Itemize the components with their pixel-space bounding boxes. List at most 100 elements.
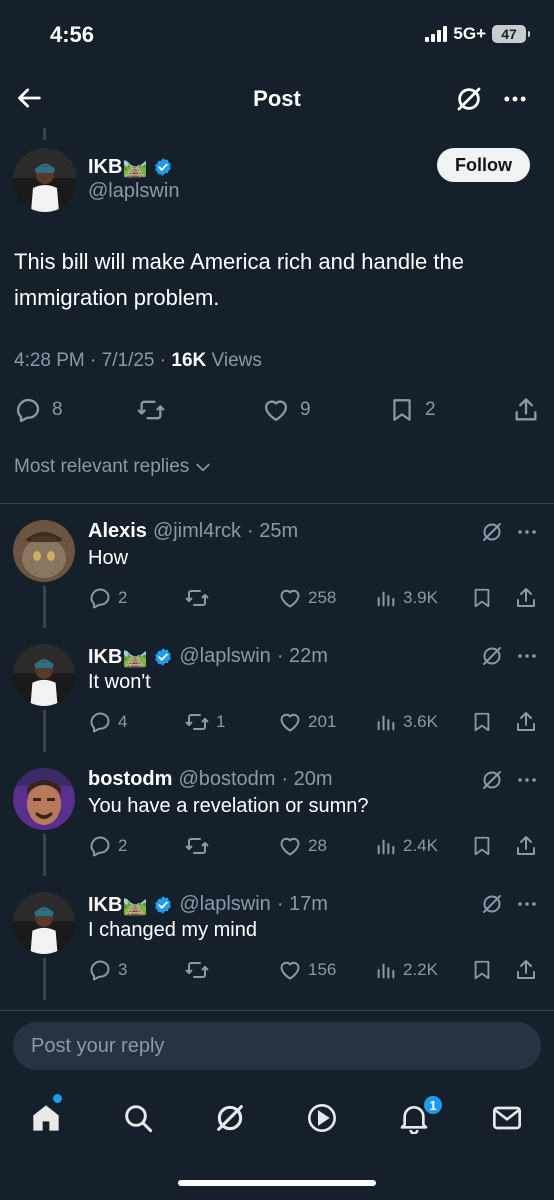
back-button[interactable] [12,80,48,116]
reply-button[interactable]: 4 [88,710,127,734]
tab-messages[interactable] [485,1096,529,1140]
repost-icon [185,838,209,854]
grok-icon[interactable] [480,520,504,544]
reply-button[interactable]: 2 [88,834,127,858]
post-time: 4:28 PM [14,350,85,371]
reply-button[interactable]: 8 [14,396,63,424]
views-count: 2.4K [403,836,438,855]
like-button[interactable]: 258 [278,586,336,610]
avatar[interactable] [13,148,77,212]
heart-icon [264,400,288,422]
reply-display-name[interactable]: bostodm [88,768,172,791]
repost-button[interactable] [184,834,216,858]
tab-home[interactable] [24,1096,68,1140]
grok-button[interactable] [450,80,488,118]
reply-text: You have a revelation or sumn? [88,795,369,817]
author-name-row[interactable]: IKB🛤️ [88,154,173,179]
reply-input[interactable] [13,1022,541,1070]
home-icon [33,1105,59,1131]
tab-search[interactable] [116,1096,160,1140]
bookmark-button[interactable] [471,710,493,734]
reply-handle[interactable]: @laplswin [179,645,270,668]
like-count: 9 [300,399,311,420]
reply-handle[interactable]: @jiml4rck [153,520,241,543]
share-button[interactable] [512,396,540,424]
bookmark-button[interactable]: 2 [389,396,436,424]
divider [0,1010,554,1011]
repost-button[interactable] [136,396,166,424]
views-count: 3.9K [403,588,438,607]
reply-display-name[interactable]: IKB🛤️ [88,644,147,669]
more-icon[interactable] [515,520,539,544]
share-button[interactable] [514,958,538,982]
reply-author-row[interactable]: bostodm @bostodm · 20m [88,768,333,791]
network-label: 5G+ [453,24,486,43]
reply-handle[interactable]: @laplswin [179,893,270,916]
reply-time: · 20m [281,768,333,790]
views-button[interactable]: 3.6K [375,710,438,734]
reply-item[interactable]: bostodm @bostodm · 20m You have a revela… [0,752,554,876]
like-button[interactable]: 28 [278,834,327,858]
reply-text: It won't [88,671,151,693]
share-icon [517,960,535,979]
views-button[interactable]: 3.9K [375,586,438,610]
bookmark-button[interactable] [471,586,493,610]
reply-button[interactable]: 3 [88,958,127,982]
reply-icon [90,588,110,609]
reply-author-row[interactable]: Alexis @jiml4rck · 25m [88,520,298,543]
avatar-image [13,892,75,954]
repost-button[interactable]: 1 [184,710,225,734]
grok-icon[interactable] [480,892,504,916]
more-icon[interactable] [515,644,539,668]
reply-time: · 17m [276,893,328,915]
reply-author-row[interactable]: IKB🛤️ @laplswin · 17m [88,892,328,917]
avatar[interactable] [13,644,75,706]
avatar[interactable] [13,892,75,954]
like-button[interactable]: 156 [278,958,336,982]
tab-video[interactable] [300,1096,344,1140]
bookmark-button[interactable] [471,834,493,858]
share-button[interactable] [514,710,538,734]
reply-display-name[interactable]: IKB🛤️ [88,892,147,917]
like-button[interactable]: 9 [262,396,311,424]
avatar[interactable] [13,520,75,582]
bookmark-icon [474,960,490,980]
more-icon[interactable] [515,892,539,916]
tab-grok[interactable] [208,1096,252,1140]
share-button[interactable] [514,834,538,858]
author-handle[interactable]: @laplswin [88,180,179,203]
battery-level: 47 [501,26,517,42]
reply-item[interactable]: IKB🛤️ @laplswin · 17m I changed my mind … [0,876,554,1000]
author-display-name[interactable]: IKB🛤️ [88,154,147,179]
reply-item[interactable]: Alexis @jiml4rck · 25m How 2 258 3.9K [0,504,554,628]
repost-count: 1 [216,712,226,731]
replies-sort-dropdown[interactable]: Most relevant replies [14,456,213,478]
grok-icon[interactable] [480,768,504,792]
share-icon [515,398,537,421]
reply-author-row[interactable]: IKB🛤️ @laplswin · 22m [88,644,328,669]
avatar[interactable] [13,768,75,830]
home-new-indicator [53,1094,62,1103]
reply-button[interactable]: 2 [88,586,127,610]
repost-button[interactable] [184,586,216,610]
repost-button[interactable] [184,958,216,982]
grok-icon [217,1105,243,1131]
share-button[interactable] [514,586,538,610]
reply-item[interactable]: IKB🛤️ @laplswin · 22m It won't 4 1 201 3… [0,628,554,752]
like-button[interactable]: 201 [278,710,336,734]
grok-icon[interactable] [480,644,504,668]
analytics-icon [377,963,395,979]
heart-icon [280,589,300,608]
views-count[interactable]: 16K [171,350,206,371]
more-options-button[interactable] [496,80,534,118]
reply-display-name[interactable]: Alexis [88,520,147,543]
signal-icon [425,26,448,42]
bookmark-count: 2 [425,399,436,420]
reply-handle[interactable]: @bostodm [178,768,275,791]
views-button[interactable]: 2.2K [375,958,438,982]
chevron-down-icon [196,463,210,472]
more-icon[interactable] [515,768,539,792]
follow-button[interactable]: Follow [437,148,530,182]
bookmark-button[interactable] [471,958,493,982]
views-button[interactable]: 2.4K [375,834,438,858]
